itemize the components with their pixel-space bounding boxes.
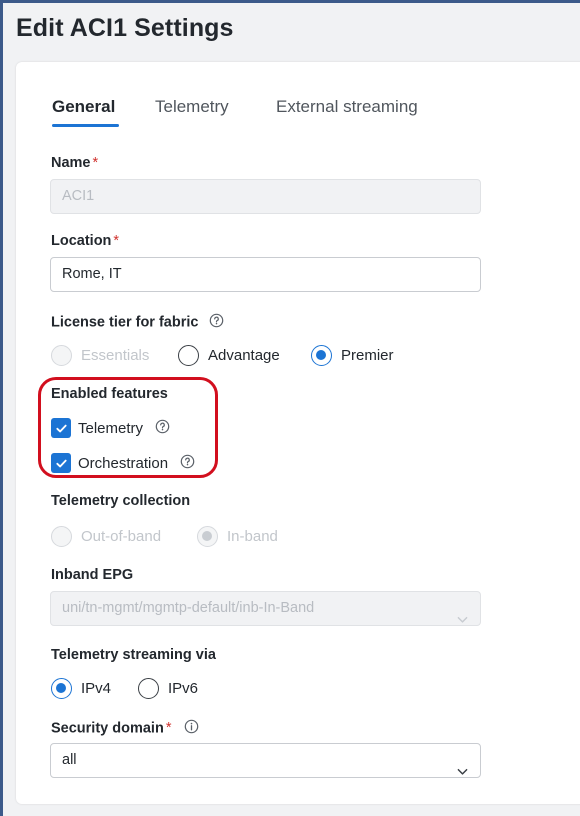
telemetry-collection-label: Telemetry collection xyxy=(51,493,191,509)
required-asterisk: * xyxy=(92,155,99,171)
page-title: Edit ACI1 Settings xyxy=(16,14,234,42)
location-label: Location * xyxy=(51,233,120,249)
info-circle-icon[interactable] xyxy=(184,719,199,738)
location-field[interactable]: Rome, IT xyxy=(50,257,481,292)
radio-in-band[interactable]: In-band xyxy=(197,526,278,547)
name-label: Name * xyxy=(51,155,99,171)
required-asterisk: * xyxy=(113,233,120,249)
highlight-annotation xyxy=(38,377,218,478)
radio-circle xyxy=(311,345,332,366)
radio-circle xyxy=(51,526,72,547)
radio-essentials[interactable]: Essentials xyxy=(51,345,149,366)
radio-circle xyxy=(178,345,199,366)
inband-epg-label: Inband EPG xyxy=(51,567,134,583)
tab-general[interactable]: General xyxy=(52,97,115,117)
active-tab-indicator xyxy=(52,124,119,127)
radio-premier[interactable]: Premier xyxy=(311,345,394,366)
radio-circle xyxy=(51,678,72,699)
required-asterisk: * xyxy=(165,720,172,737)
streaming-via-label: Telemetry streaming via xyxy=(51,647,216,663)
radio-ipv4[interactable]: IPv4 xyxy=(51,678,111,699)
help-circle-icon[interactable] xyxy=(209,313,224,332)
chevron-down-icon xyxy=(457,604,468,637)
inband-epg-select[interactable]: uni/tn-mgmt/mgmtp-default/inb-In-Band xyxy=(50,591,481,626)
chevron-down-icon xyxy=(457,756,468,789)
radio-advantage[interactable]: Advantage xyxy=(178,345,280,366)
window-frame-top xyxy=(0,0,580,3)
tab-external-streaming[interactable]: External streaming xyxy=(276,97,418,117)
tab-telemetry[interactable]: Telemetry xyxy=(155,97,229,117)
security-domain-select[interactable]: all xyxy=(50,743,481,778)
window-frame-left xyxy=(0,0,3,816)
name-field[interactable]: ACI1 xyxy=(50,179,481,214)
radio-ipv6[interactable]: IPv6 xyxy=(138,678,198,699)
radio-circle xyxy=(138,678,159,699)
license-tier-label: License tier for fabric xyxy=(51,313,224,332)
radio-circle xyxy=(51,345,72,366)
security-domain-label: Security domain * xyxy=(51,719,199,738)
radio-circle xyxy=(197,526,218,547)
radio-out-of-band[interactable]: Out-of-band xyxy=(51,526,161,547)
